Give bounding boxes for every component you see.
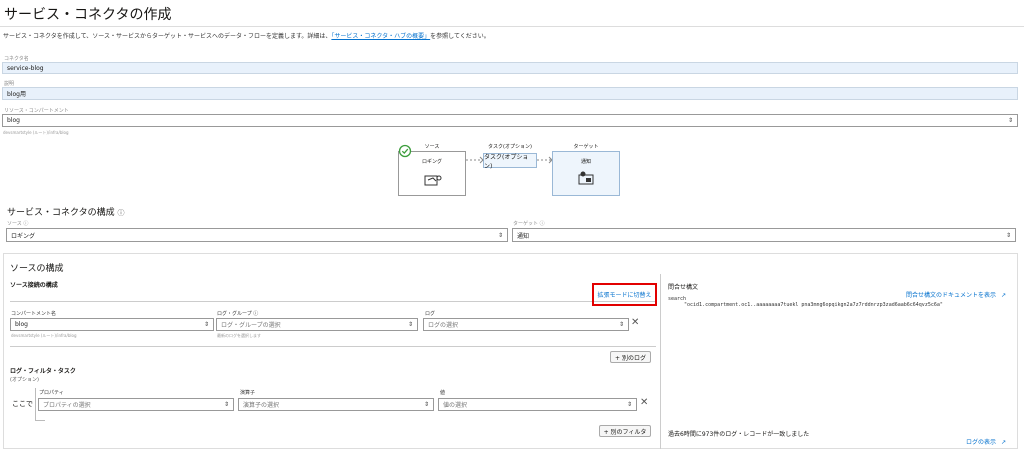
intro-text: サービス・コネクタを作成して、ソース・サービスからターゲット・サービスへのデータ… bbox=[3, 33, 332, 40]
log-group-placeholder: ログ・グループの選択 bbox=[221, 322, 281, 329]
flow-target-node[interactable]: 通知 bbox=[552, 151, 620, 196]
connector-name-input[interactable]: service-blog bbox=[2, 62, 1018, 74]
info-icon[interactable]: ⓘ bbox=[253, 311, 258, 317]
select-arrow-icon: ⇕ bbox=[1005, 231, 1011, 239]
select-arrow-icon: ⇕ bbox=[223, 401, 229, 408]
filter-title: ログ・フィルタ・タスク bbox=[10, 368, 76, 375]
config-source-label: ソース ⓘ bbox=[7, 220, 28, 227]
add-log-button[interactable]: + 別のログ bbox=[610, 351, 651, 363]
config-source-label-text: ソース bbox=[7, 221, 22, 227]
description-label: 説明 bbox=[4, 81, 15, 87]
select-arrow-icon: ⇕ bbox=[1007, 117, 1013, 124]
info-icon[interactable]: ⓘ bbox=[540, 221, 545, 227]
compartment-select[interactable]: blog ⇕ bbox=[2, 114, 1018, 127]
compartment-path: devsmartstyle (ルート)/infra/blog bbox=[3, 130, 69, 135]
select-arrow-icon: ⇕ bbox=[618, 321, 624, 328]
info-icon[interactable]: ⓘ bbox=[118, 209, 125, 217]
property-select[interactable]: プロパティの選択 ⇕ bbox=[38, 398, 234, 411]
flow-source-name: ロギング bbox=[421, 159, 442, 165]
operator-placeholder: 演算子の選択 bbox=[243, 402, 280, 409]
notification-icon bbox=[578, 171, 594, 185]
src-compartment-select[interactable]: blog ⇕ bbox=[10, 318, 214, 331]
flow-connectors bbox=[466, 156, 552, 164]
log-group-select[interactable]: ログ・グループの選択 ⇕ bbox=[216, 318, 418, 331]
log-label: ログ bbox=[425, 311, 436, 317]
select-arrow-icon: ⇕ bbox=[497, 231, 503, 239]
view-log-link[interactable]: ログの表示 bbox=[966, 439, 996, 446]
value-placeholder: 値の選択 bbox=[443, 402, 468, 409]
config-target-label-text: ターゲット bbox=[513, 221, 539, 227]
view-log-link-wrap: ログの表示 ↗ bbox=[966, 429, 1006, 448]
compartment-label: リソース・コンパートメント bbox=[4, 108, 69, 114]
connector-name-label: コネクタ名 bbox=[4, 56, 29, 62]
source-config-title: ソースの構成 bbox=[10, 264, 64, 274]
config-title-text: サービス・コネクタの構成 bbox=[7, 208, 115, 218]
filter-optional: (オプション) bbox=[10, 377, 39, 383]
description-input[interactable]: blog用 bbox=[2, 87, 1018, 100]
query-title: 問合せ構文 bbox=[668, 284, 699, 291]
add-filter-button[interactable]: + 別のフィルタ bbox=[599, 425, 651, 437]
external-link-icon[interactable]: ↗ bbox=[1001, 439, 1006, 446]
filter-bracket-foot bbox=[35, 420, 45, 421]
external-link-icon[interactable]: ↗ bbox=[1001, 292, 1006, 299]
info-icon[interactable]: ⓘ bbox=[23, 221, 28, 227]
query-divider bbox=[660, 274, 661, 449]
property-label: プロパティ bbox=[39, 390, 64, 396]
advanced-mode-highlight: 拡張モードに切替え bbox=[592, 283, 657, 306]
query-docs-link[interactable]: 問合せ構文のドキュメントを表示 bbox=[906, 292, 996, 299]
target-service-select[interactable]: 通知 ⇕ bbox=[512, 228, 1016, 242]
advanced-mode-link[interactable]: 拡張モードに切替え bbox=[597, 290, 651, 299]
src-compartment-path: devsmartstyle (ルート)/infra/blog bbox=[11, 333, 77, 338]
property-placeholder: プロパティの選択 bbox=[43, 402, 91, 409]
query-line-2: "ocid1.compartment.oc1..aaaaaaaa7tuekl p… bbox=[684, 302, 943, 308]
select-arrow-icon: ⇕ bbox=[203, 321, 209, 328]
operator-select[interactable]: 演算子の選択 ⇕ bbox=[238, 398, 434, 411]
page-intro: サービス・コネクタを作成して、ソース・サービスからターゲット・サービスへのデータ… bbox=[3, 31, 490, 40]
flow-target-title: ターゲット bbox=[573, 144, 599, 150]
log-group-label: ログ・グループ ⓘ bbox=[217, 310, 258, 317]
remove-filter-icon[interactable]: ✕ bbox=[640, 397, 648, 408]
divider bbox=[10, 346, 656, 347]
select-arrow-icon: ⇕ bbox=[626, 401, 632, 408]
log-group-label-text: ログ・グループ bbox=[217, 311, 252, 317]
log-group-help: 最新のログを選択します bbox=[217, 333, 261, 338]
value-label: 値 bbox=[440, 390, 446, 396]
source-connection-title: ソース接続の構成 bbox=[10, 282, 58, 289]
logging-icon bbox=[424, 175, 442, 186]
filter-where-label: ここで bbox=[12, 400, 33, 408]
config-title: サービス・コネクタの構成 ⓘ bbox=[7, 205, 125, 218]
source-config-panel bbox=[3, 253, 1018, 449]
remove-log-icon[interactable]: ✕ bbox=[631, 317, 639, 328]
query-docs-link-wrap: 問合せ構文のドキュメントを表示 ↗ bbox=[906, 282, 1006, 301]
value-select[interactable]: 値の選択 ⇕ bbox=[438, 398, 637, 411]
log-select[interactable]: ログの選択 ⇕ bbox=[423, 318, 629, 331]
select-arrow-icon: ⇕ bbox=[423, 401, 429, 408]
target-service-value: 通知 bbox=[517, 232, 530, 240]
query-result-text: 過去6時間に973件のログ・レコードが一致しました bbox=[668, 431, 810, 438]
select-arrow-icon: ⇕ bbox=[407, 321, 413, 328]
source-service-value: ロギング bbox=[11, 232, 36, 240]
flow-task-title: タスク(オプション) bbox=[488, 144, 532, 150]
flow-target-name: 通知 bbox=[580, 159, 591, 165]
log-placeholder: ログの選択 bbox=[428, 322, 459, 329]
overview-link[interactable]: 「サービス・コネクタ・ハブの概要」 bbox=[331, 33, 430, 40]
intro-suffix: を参照してください。 bbox=[430, 33, 490, 40]
source-service-select[interactable]: ロギング ⇕ bbox=[6, 228, 508, 242]
header-divider bbox=[0, 26, 1024, 27]
check-circle-icon bbox=[398, 144, 412, 158]
page-title: サービス・コネクタの作成 bbox=[4, 7, 172, 23]
operator-label: 演算子 bbox=[240, 390, 256, 396]
config-target-label: ターゲット ⓘ bbox=[513, 220, 545, 227]
filter-bracket bbox=[35, 388, 36, 420]
src-compartment-label: コンパートメント名 bbox=[11, 311, 57, 317]
src-compartment-value: blog bbox=[15, 321, 28, 328]
divider bbox=[10, 301, 656, 302]
compartment-value: blog bbox=[7, 117, 20, 124]
